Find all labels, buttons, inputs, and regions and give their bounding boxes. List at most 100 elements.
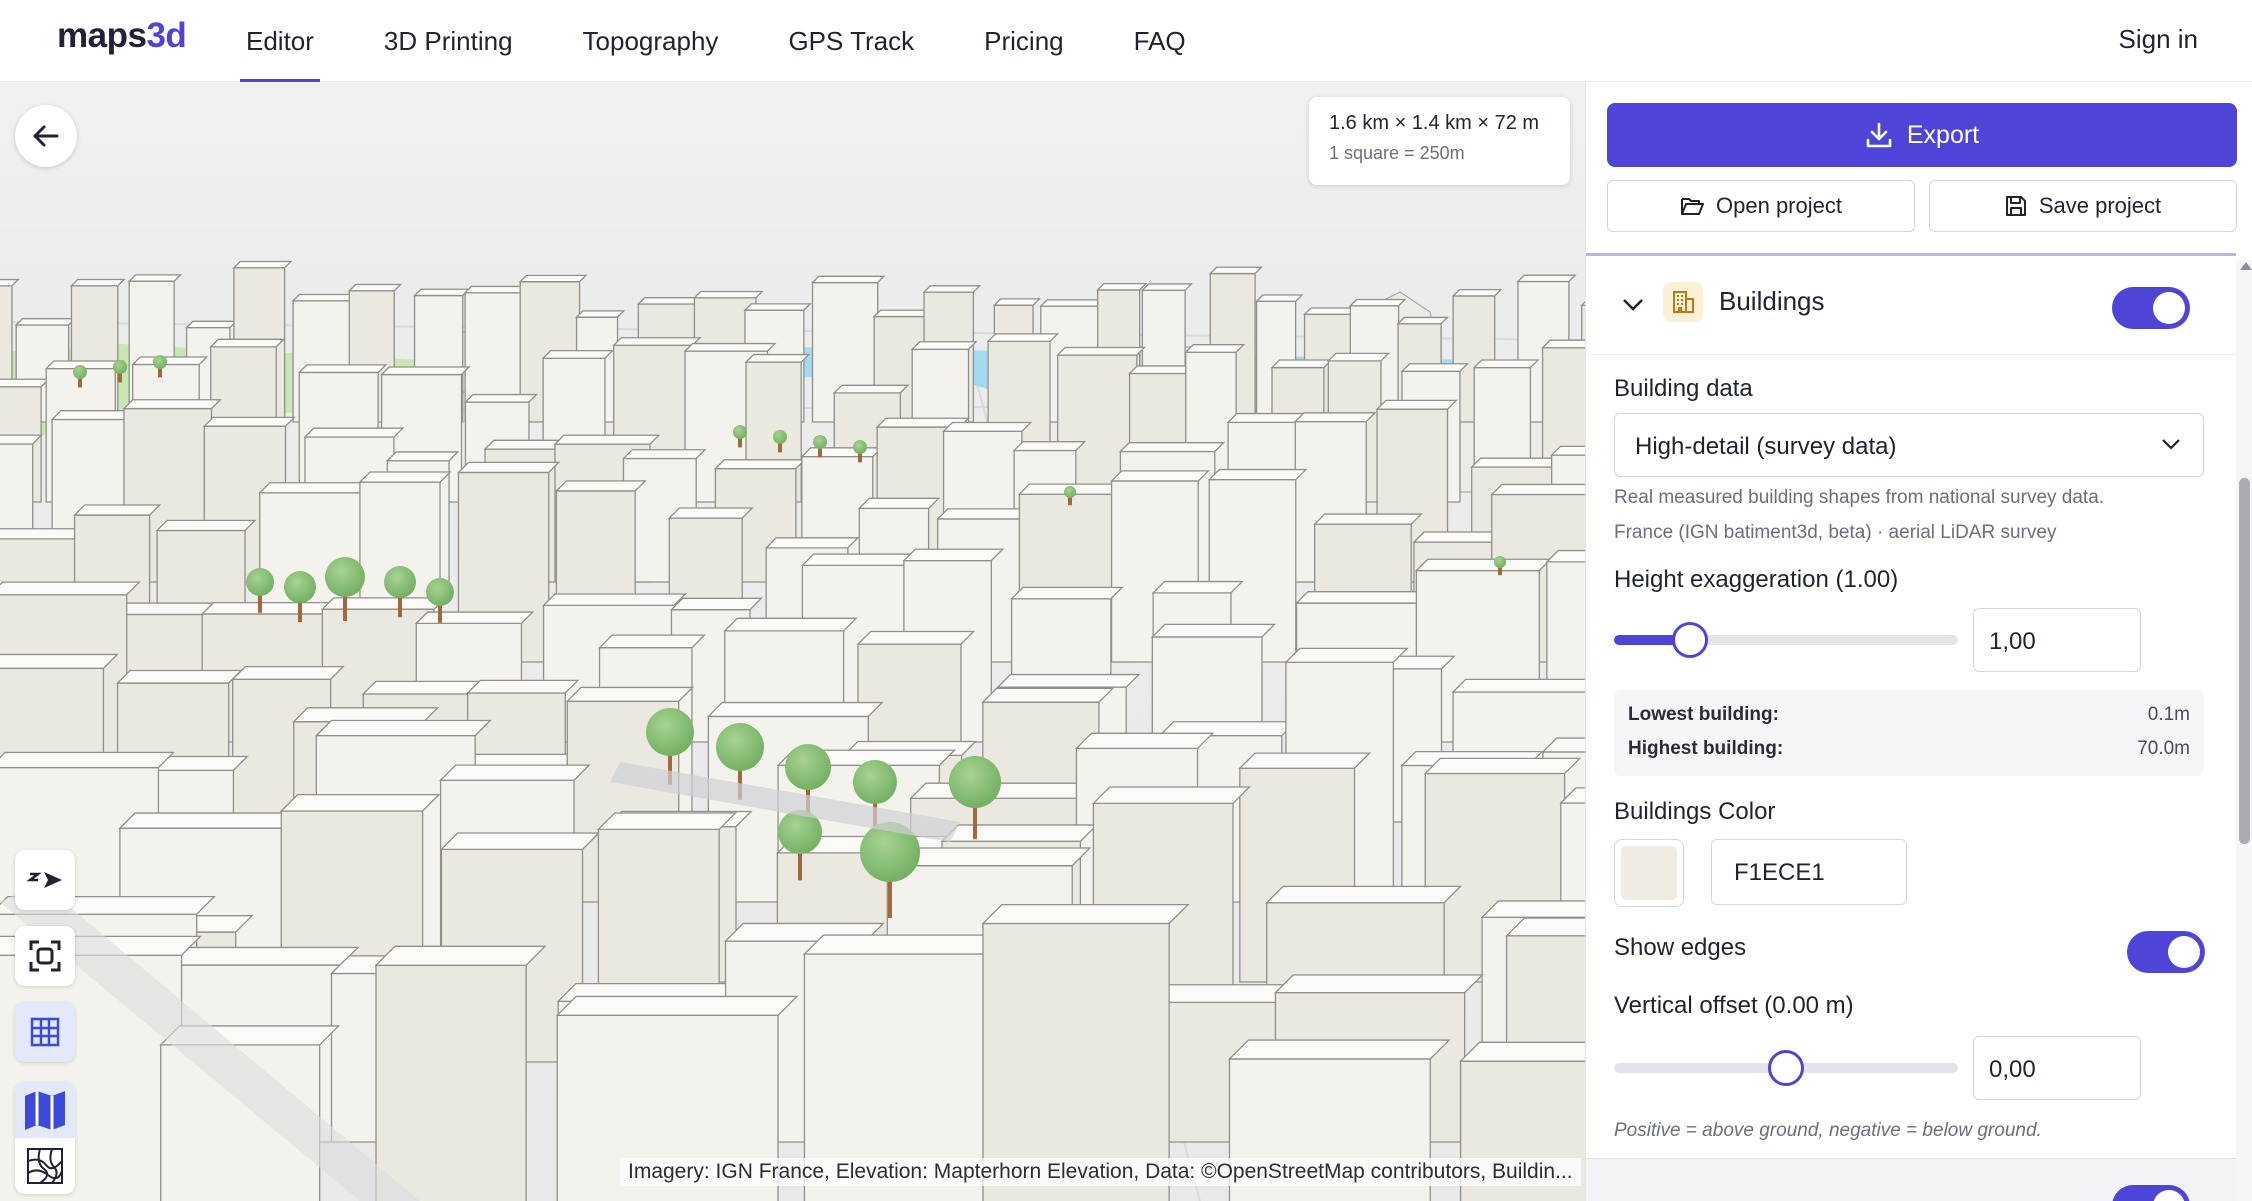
nav-gps-track[interactable]: GPS Track [782, 0, 920, 82]
building-roof [1516, 274, 1577, 283]
roads-section-header-partial[interactable] [1586, 1158, 2236, 1201]
building-roof [1423, 757, 1582, 775]
scroll-up-arrow[interactable] [2240, 262, 2252, 270]
grid-toggle-button[interactable] [15, 1002, 75, 1062]
offset-slider-handle[interactable] [1768, 1050, 1804, 1086]
building-roof [1056, 346, 1146, 356]
height-exaggeration-slider[interactable] [1614, 622, 1958, 658]
export-button[interactable]: Export [1607, 103, 2237, 167]
next-section-toggle[interactable] [2112, 1185, 2190, 1201]
nav-topography[interactable]: Topography [577, 0, 725, 82]
building-roof [1490, 483, 1585, 496]
building-roof [1184, 344, 1246, 353]
building-roof [713, 459, 807, 470]
building-roof [358, 471, 452, 483]
nav-3d-printing[interactable]: 3D Printing [378, 0, 519, 82]
building-roof [347, 283, 403, 292]
building-roof [73, 504, 162, 516]
map-style-button[interactable] [15, 1082, 75, 1138]
buildings-color-hex-input[interactable]: F1ECE1 [1711, 839, 1907, 905]
map-3d-viewport[interactable]: 1.6 km × 1.4 km × 72 m 1 square = 250m I… [0, 82, 1585, 1201]
building-roof [131, 356, 209, 366]
back-button[interactable] [15, 105, 77, 167]
building-roof [541, 350, 615, 359]
building-roof [909, 782, 1100, 799]
building-roof [314, 719, 492, 737]
buildings-section-header[interactable]: Buildings [1586, 260, 2236, 355]
building-roof [1110, 470, 1210, 482]
tree-canopy [325, 557, 365, 597]
building-roof [1074, 732, 1215, 750]
logo[interactable]: maps3d [57, 16, 187, 56]
building-roof [1091, 786, 1251, 805]
tree-canopy [113, 360, 127, 374]
building-roof [1459, 1041, 1585, 1062]
nav-faq[interactable]: FAQ [1128, 0, 1192, 82]
building-roof [832, 384, 910, 394]
building-roof [412, 288, 471, 297]
building-roof [744, 353, 811, 363]
building-roof [127, 274, 183, 282]
tree-canopy [1064, 486, 1076, 498]
highest-building-value: 70.0m [2137, 738, 2190, 759]
buildings-toggle[interactable] [2112, 287, 2190, 329]
fit-view-button[interactable] [15, 926, 75, 986]
building-roof [857, 497, 941, 510]
compass-button[interactable] [15, 850, 75, 910]
building-roof [1012, 441, 1087, 452]
save-icon [2005, 196, 2026, 216]
nav-editor[interactable]: Editor [240, 0, 320, 82]
building-roof [0, 378, 51, 388]
highest-building-label: Highest building: [1628, 738, 1784, 759]
vertical-offset-label: Vertical offset (0.00 m) [1614, 992, 1854, 1019]
sign-in-link[interactable]: Sign in [2119, 24, 2199, 55]
editor-side-panel: Export Open project Save project Buildin… [1585, 82, 2252, 1201]
building-roof [1451, 288, 1503, 297]
building-roof [232, 260, 293, 269]
building-roof [202, 416, 296, 427]
building-block [375, 964, 527, 1201]
building-roof [555, 995, 799, 1016]
building-roof [0, 653, 119, 669]
building-data-help-line2: France (IGN batiment3d, beta) · aerial L… [1614, 522, 2057, 543]
building-roof [466, 679, 580, 694]
show-edges-label: Show edges [1614, 934, 1747, 961]
panel-divider [1586, 253, 2236, 256]
building-roof [164, 946, 360, 966]
tree-canopy [773, 430, 787, 444]
height-slider-handle[interactable] [1671, 622, 1708, 658]
building-roof [361, 680, 487, 695]
vertical-offset-slider[interactable] [1614, 1050, 1958, 1086]
building-roof [597, 634, 707, 649]
color-preview [1621, 846, 1677, 900]
building-roof [1348, 298, 1407, 307]
building-roof [1472, 359, 1540, 369]
show-edges-toggle[interactable] [2127, 931, 2205, 973]
building-roof [1128, 365, 1196, 375]
building-roof [0, 581, 141, 596]
texture-icon [27, 1148, 63, 1184]
buildings-color-swatch[interactable] [1614, 839, 1684, 907]
compass-icon [26, 872, 62, 888]
chevron-down-icon[interactable] [1622, 298, 1644, 312]
building-roof [683, 342, 777, 352]
building-roof [1284, 647, 1409, 663]
open-project-button[interactable]: Open project [1607, 180, 1915, 232]
building-height-stats: Lowest building: 0.1m Highest building: … [1614, 690, 2204, 776]
nav-pricing[interactable]: Pricing [978, 0, 1069, 82]
building-roof [1273, 974, 1484, 994]
building-roof [667, 507, 754, 519]
building-data-select[interactable]: High-detail (survey data) [1614, 413, 2204, 477]
vertical-offset-input[interactable]: 0,00 [1973, 1036, 2141, 1100]
building-roof [942, 421, 1033, 432]
building-roof [621, 449, 707, 460]
building-roof [1270, 359, 1334, 369]
building-roof [0, 751, 176, 769]
building-roof [115, 669, 243, 684]
lowest-building-value: 0.1m [2147, 704, 2190, 725]
building-roof [456, 461, 561, 474]
texture-style-button[interactable] [15, 1138, 75, 1194]
scrollbar-thumb[interactable] [2239, 478, 2250, 844]
height-exaggeration-input[interactable]: 1,00 [1973, 608, 2141, 672]
save-project-button[interactable]: Save project [1929, 180, 2237, 232]
